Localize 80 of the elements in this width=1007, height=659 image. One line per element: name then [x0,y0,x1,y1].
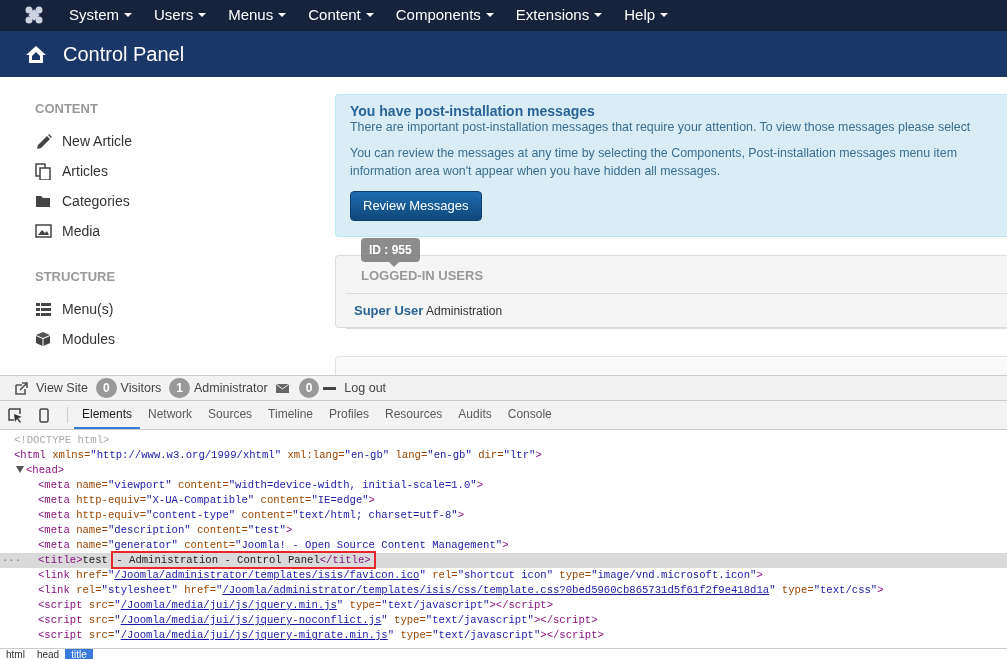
page-title: Control Panel [63,42,185,67]
devtools-tab[interactable]: Network [140,401,201,429]
alert-text: information area won't appear when you have hidden all messages. [350,163,722,181]
logo-icon [24,5,44,25]
status-label: Administrator [194,379,268,397]
envelope-icon [275,381,289,395]
image-icon [35,223,52,240]
code-link[interactable]: /Joomla/administrator/templates/isis/favicon.ico [114,569,420,581]
caret-icon [278,13,287,17]
code-line: <script src="/Joomla/media/jui/js/jquery-migrate.min.js" type="text/javascript"></script> [37,628,605,643]
sidebar-item[interactable]: Categories [35,186,335,217]
copy-icon [35,163,52,180]
caret-icon [485,13,494,17]
alert-text: You can review the messages at any time by selecting the Components, Post-installation messages menu item [350,145,958,163]
alert-title: You have post-installation messages [350,104,596,120]
code-line: <script src="/Joomla/media/jui/js/jquery-noconflict.js" type="text/javascript"></script> [37,613,599,628]
code-line: <meta name="generator" content="Joomla! - Open Source Content Management"> [37,538,510,553]
code-line: <meta http-equiv="X-UA-Compatible" content="IE=edge"> [37,493,376,508]
devtools-tab[interactable]: Console [499,401,560,429]
menu-item[interactable]: Extensions [504,0,614,30]
home-icon [25,44,47,64]
user-link[interactable]: Super User [354,303,424,319]
triangle-icon[interactable] [16,466,24,473]
menu-item[interactable]: Menus [217,0,298,30]
code-link[interactable]: /Joomla/media/jui/js/jquery.min.js [120,599,337,611]
code-line: <link href="/Joomla/administrator/templates/isis/favicon.ico" rel="shortcut icon" type="image/vnd.microsoft.icon"> [37,568,764,583]
count-badge: 1 [169,378,191,398]
menu-item[interactable]: Components [384,0,505,30]
breadcrumb-item[interactable]: head [30,649,66,659]
code-line: <head> [0,463,1007,478]
user-area: Administration [423,304,503,319]
code-line: <meta name="description" content="test"> [37,523,294,538]
sidebar-item[interactable]: Media [35,216,335,247]
section-heading: CONTENT [35,100,99,118]
code-line: <link rel="stylesheet" href="/Joomla/administrator/templates/isis/css/template.css?0bed5960cb865731d5f61f2f9e418d1a" type="text/css"> [37,583,885,598]
breadcrumb-item[interactable]: title [65,649,93,659]
pencil-icon [35,133,52,150]
menu-item[interactable]: System [58,0,143,30]
sidebar-item[interactable]: Modules [35,324,335,354]
status-label: Visitors [120,379,162,397]
code-link[interactable]: /Joomla/media/jui/js/jquery-noconflict.js [120,614,382,626]
code-link[interactable]: /Joomla/administrator/templates/isis/css/template.css?0bed5960cb865731d5f61f2f9e418d1a [222,584,770,596]
code-line: <meta name="viewport" content="width=device-width, initial-scale=1.0"> [37,478,485,493]
caret-icon [198,13,207,17]
menu-item[interactable]: Users [143,0,218,30]
code-line: <html xmlns="http://www.w3.org/1999/xhtml" xml:lang="en-gb" lang="en-gb" dir="ltr"> [13,448,543,463]
alert-text: There are important post-installation messages that require your attention. To view those messages please select [350,119,972,137]
caret-icon [124,13,132,17]
devtools-tab[interactable]: Resources [377,401,451,429]
devtools-tab[interactable]: Timeline [260,401,321,429]
status-link[interactable]: View Site [14,378,88,398]
phone-icon [39,407,49,423]
caret-icon [594,13,603,17]
review-button[interactable]: Review Messages [350,191,482,221]
code-line: <!DOCTYPE html> [13,433,111,448]
folder-icon [35,193,52,210]
breadcrumb-item[interactable]: html [0,649,31,659]
tooltip-arrow [389,261,399,267]
inspect-icon [8,407,23,423]
status-link[interactable]: Log out [323,378,387,398]
code-line: <meta http-equiv="content-type" content="text/html; charset=utf-8"> [37,508,465,523]
sidebar-item[interactable]: New Article [35,126,335,157]
devtools-tab[interactable]: Audits [450,401,500,429]
devtools-tab[interactable]: Sources [200,401,261,429]
sidebar-item[interactable]: Articles [35,156,335,187]
list-icon [35,300,52,318]
code-link[interactable]: /Joomla/media/jui/js/jquery-migrate.min.js [120,629,388,641]
section-heading: STRUCTURE [35,267,117,286]
code-line: <script src="/Joomla/media/jui/js/jquery.min.js" type="text/javascript"></script> [37,598,554,613]
sidebar-item[interactable]: Menu(s) [35,294,335,324]
caret-icon [365,13,374,17]
count-badge: 0 [95,378,117,398]
menu-item[interactable]: Help [613,0,680,30]
tooltip: ID : 955 [361,237,420,262]
cube-icon [35,330,52,348]
devtools-tab[interactable]: Profiles [321,401,377,429]
caret-icon [660,13,669,17]
count-badge: 0 [298,378,320,398]
menu-item[interactable]: Content [297,0,385,30]
external-link-icon [14,381,28,395]
